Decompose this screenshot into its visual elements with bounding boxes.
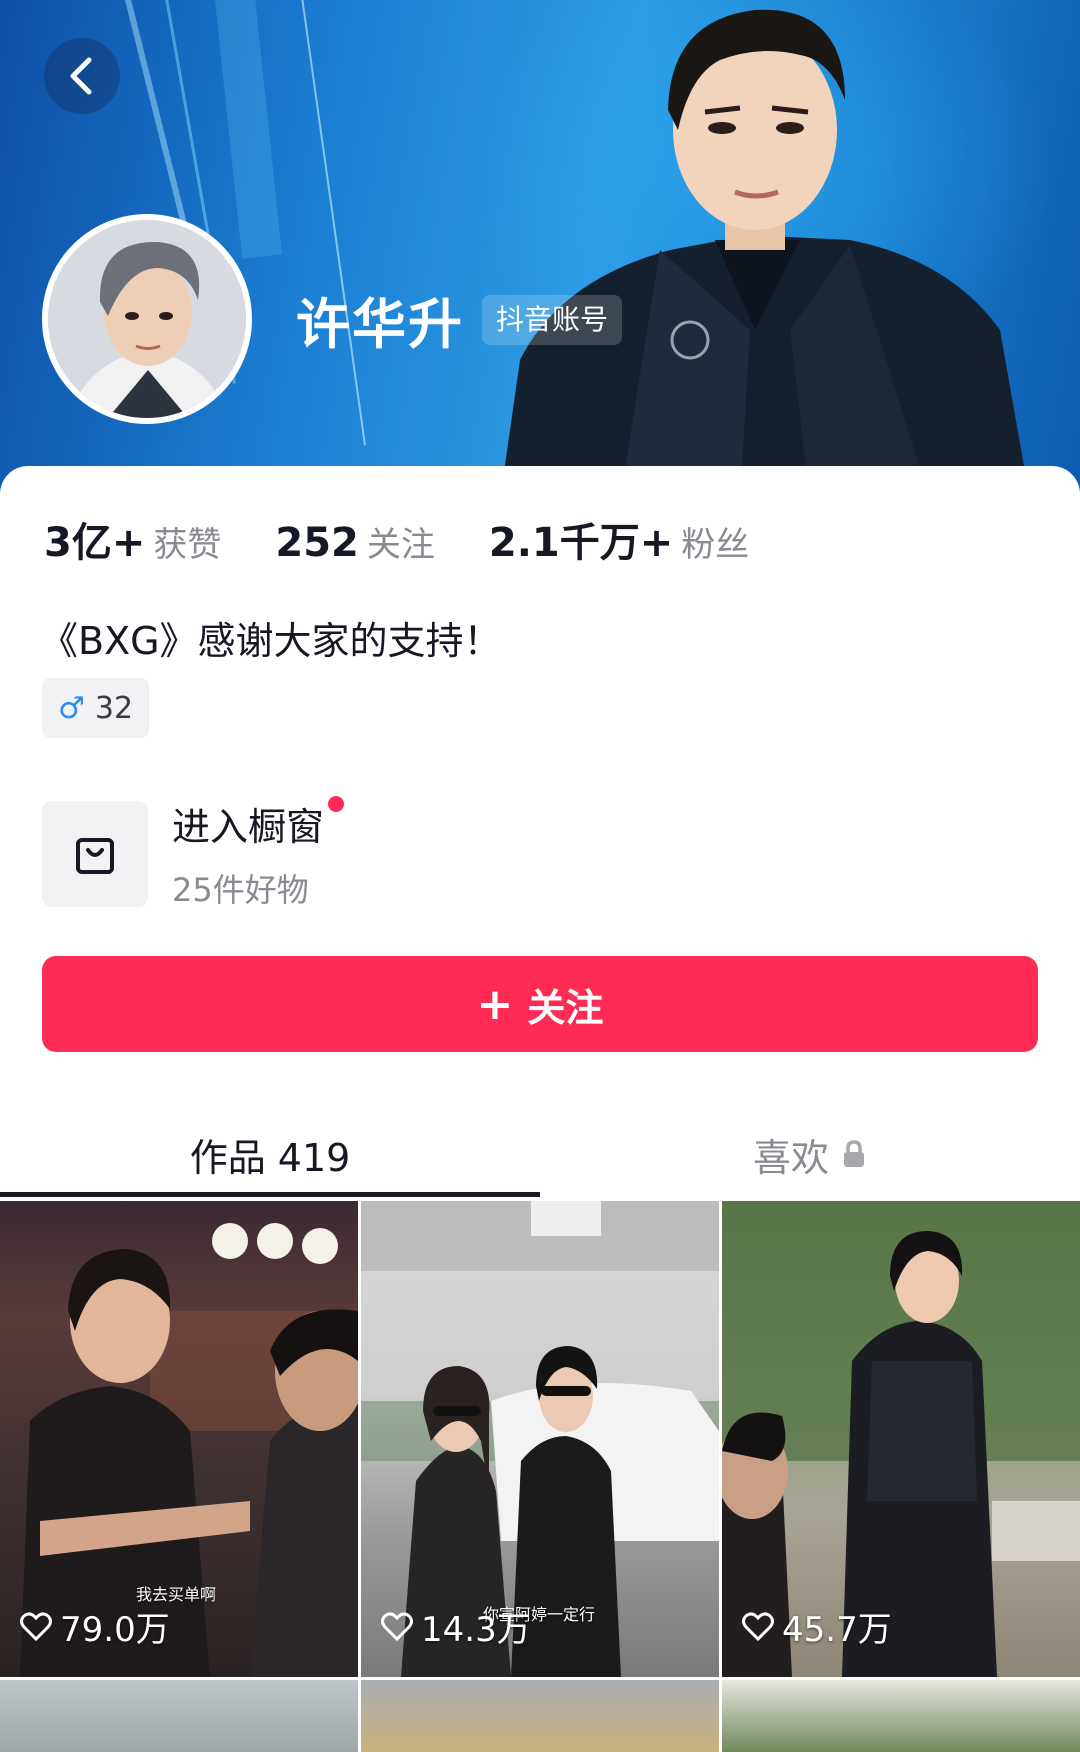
heart-icon [381, 1611, 413, 1641]
stat-value: 3亿+ [44, 520, 146, 566]
video-grid: 我去买单啊 79.0万 你宣阿婷一定行 14.3万 45.7万 [0, 1201, 1080, 1677]
video-likes: 14.3万 [381, 1602, 531, 1651]
stat-label: 关注 [366, 525, 435, 565]
stat-value: 252 [275, 520, 359, 566]
account-type-tag[interactable]: 抖音账号 [482, 295, 623, 345]
follow-button[interactable]: + 关注 [42, 956, 1038, 1052]
tab-works[interactable]: 作品 419 [0, 1112, 540, 1196]
heart-icon [742, 1611, 774, 1641]
video-likes-count: 79.0万 [60, 1610, 170, 1650]
tab-label: 作品 419 [189, 1135, 351, 1180]
video-likes: 79.0万 [20, 1602, 170, 1651]
stats-row: 3亿+ 获赞 252 关注 2.1千万+ 粉丝 [44, 510, 803, 568]
video-thumbnail[interactable]: 我去买单啊 79.0万 [0, 1201, 358, 1677]
video-likes-count: 14.3万 [421, 1610, 531, 1650]
stat-label: 获赞 [153, 525, 222, 565]
profile-name: 许华升 [296, 293, 464, 356]
video-likes: 45.7万 [742, 1602, 892, 1651]
shop-window-entry[interactable]: 进入橱窗 25件好物 [42, 796, 345, 911]
age-value: 32 [94, 690, 134, 726]
stat-following[interactable]: 252 关注 [275, 517, 435, 566]
lock-icon [844, 1140, 864, 1167]
tab-likes[interactable]: 喜欢 [540, 1112, 1080, 1196]
heart-icon [20, 1611, 52, 1641]
video-thumbnail[interactable] [0, 1680, 358, 1752]
shop-subtitle: 25件好物 [172, 871, 309, 909]
avatar-image [48, 220, 246, 418]
active-tab-indicator [0, 1192, 540, 1197]
avatar[interactable] [42, 214, 252, 424]
video-likes-count: 45.7万 [782, 1610, 892, 1650]
light-streak [300, 0, 367, 446]
shop-title: 进入橱窗 [172, 805, 325, 849]
follow-button-label: 关注 [527, 985, 604, 1030]
tab-label: 喜欢 [752, 1135, 829, 1180]
male-icon: ♂ [58, 690, 85, 726]
video-thumbnail[interactable] [722, 1680, 1080, 1752]
chevron-left-icon [70, 57, 92, 95]
stat-value: 2.1千万+ [488, 520, 674, 566]
shopping-bag-icon [42, 800, 148, 907]
stat-followers[interactable]: 2.1千万+ 粉丝 [489, 510, 749, 568]
content-tabs: 作品 419 喜欢 [0, 1112, 1080, 1196]
video-grid-row-2 [0, 1680, 1080, 1752]
profile-banner: 许华升 抖音账号 [0, 0, 1080, 500]
video-thumbnail[interactable]: 你宣阿婷一定行 14.3万 [361, 1201, 719, 1677]
notification-dot [328, 796, 345, 812]
bio-text: 《BXG》感谢大家的支持！ [40, 619, 502, 663]
back-button[interactable] [44, 38, 120, 114]
stat-likes[interactable]: 3亿+ 获赞 [44, 510, 221, 568]
gender-age-tag: ♂ 32 [42, 678, 150, 738]
light-streak [215, 0, 282, 259]
video-thumbnail[interactable] [361, 1680, 719, 1752]
banner-person-image [500, 9, 1030, 500]
video-thumbnail[interactable]: 45.7万 [722, 1201, 1080, 1677]
plus-icon: + [476, 978, 514, 1030]
stat-label: 粉丝 [681, 525, 750, 565]
